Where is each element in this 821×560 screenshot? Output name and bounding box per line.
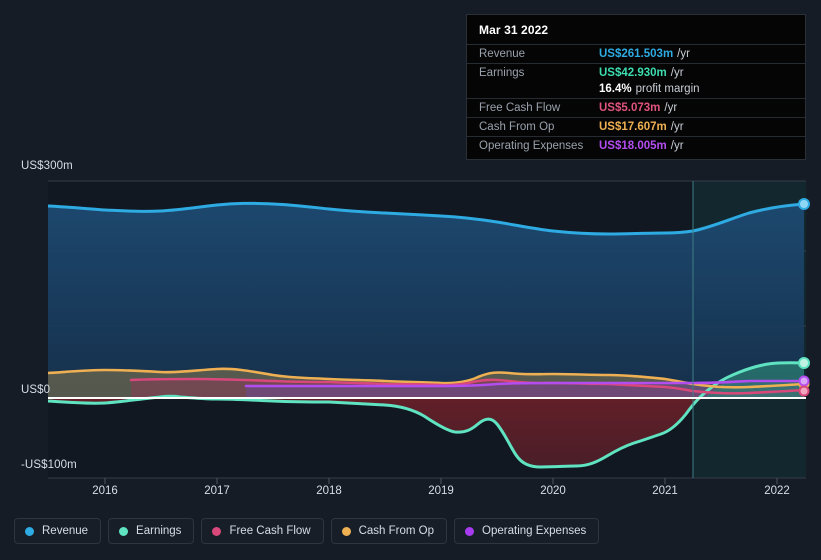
legend-item-cash-from-op[interactable]: Cash From Op	[330, 518, 448, 544]
tooltip-date: Mar 31 2022	[479, 23, 549, 37]
tooltip-row-operating-expenses: Operating Expenses US$18.005m /yr	[467, 136, 805, 155]
tooltip-value-cash-from-op: US$17.607m	[599, 121, 667, 133]
tooltip-row-free-cash-flow: Free Cash Flow US$5.073m /yr	[467, 98, 805, 117]
legend-label-cash-from-op: Cash From Op	[358, 525, 435, 537]
earnings-endpoint-dot	[798, 357, 810, 369]
tooltip-value-earnings: US$42.930m	[599, 67, 667, 79]
revenue-endpoint-dot	[798, 198, 810, 210]
legend-item-free-cash-flow[interactable]: Free Cash Flow	[201, 518, 324, 544]
tooltip-suffix-earnings: /yr	[670, 67, 684, 79]
y-axis-label-neg100m: -US$100m	[21, 459, 77, 471]
legend-item-earnings[interactable]: Earnings	[108, 518, 195, 544]
tooltip-row-cash-from-op: Cash From Op US$17.607m /yr	[467, 117, 805, 136]
tooltip-row-earnings: Earnings US$42.930m /yr	[467, 63, 805, 82]
x-axis-label-2017: 2017	[204, 485, 230, 497]
tooltip-label-free-cash-flow: Free Cash Flow	[479, 102, 561, 114]
tooltip-suffix-revenue: /yr	[677, 48, 690, 60]
tooltip-value-free-cash-flow: US$5.073m	[599, 102, 661, 114]
x-axis-label-2018: 2018	[316, 485, 342, 497]
free-cash-flow-endpoint-dot	[798, 385, 810, 397]
tooltip-suffix-operating-expenses: /yr	[670, 140, 684, 152]
chart-page: US$300m US$0 -US$100m 2016 2017 2018 201…	[0, 0, 821, 560]
legend-item-operating-expenses[interactable]: Operating Expenses	[454, 518, 600, 544]
x-axis-label-2019: 2019	[428, 485, 454, 497]
legend-label-revenue: Revenue	[42, 525, 89, 537]
tooltip-label-revenue: Revenue	[479, 48, 526, 60]
revenue-color-swatch-icon	[25, 526, 34, 536]
x-axis-label-2021: 2021	[652, 485, 678, 497]
legend-label-earnings: Earnings	[136, 525, 182, 537]
legend-item-revenue[interactable]: Revenue	[14, 518, 102, 544]
earnings-color-swatch-icon	[119, 526, 129, 536]
tooltip-value-operating-expenses: US$18.005m	[599, 140, 667, 152]
legend-label-free-cash-flow: Free Cash Flow	[229, 525, 311, 537]
tooltip-row-revenue: Revenue US$261.503m /yr	[467, 44, 805, 63]
legend-label-operating-expenses: Operating Expenses	[482, 525, 587, 537]
y-axis-label-zero: US$0	[21, 384, 51, 396]
tooltip-label-operating-expenses: Operating Expenses	[479, 140, 584, 152]
tooltip-suffix-profit-margin: profit margin	[635, 82, 700, 95]
x-axis-label-2016: 2016	[92, 485, 118, 497]
cash-from-op-color-swatch-icon	[341, 526, 351, 536]
tooltip-row-profit-margin: 16.4% profit margin	[467, 82, 805, 98]
free-cash-flow-color-swatch-icon	[212, 526, 222, 536]
x-tick-marks	[104, 478, 778, 484]
chart-legend: Revenue Earnings Free Cash Flow Cash Fro…	[14, 518, 600, 544]
tooltip-suffix-cash-from-op: /yr	[670, 121, 684, 133]
tooltip-label-cash-from-op: Cash From Op	[479, 121, 555, 133]
operating-expenses-color-swatch-icon	[465, 526, 475, 536]
x-axis-label-2020: 2020	[540, 485, 566, 497]
tooltip-value-revenue: US$261.503m	[599, 48, 674, 60]
operating-expenses-endpoint-dot	[798, 375, 810, 387]
chart-tooltip: Mar 31 2022 Revenue US$261.503m /yr Earn…	[466, 14, 806, 160]
y-axis-label-300m: US$300m	[21, 160, 73, 172]
x-axis-label-2022: 2022	[764, 485, 790, 497]
tooltip-value-profit-margin: 16.4%	[599, 82, 632, 95]
tooltip-label-earnings: Earnings	[479, 67, 525, 79]
tooltip-suffix-free-cash-flow: /yr	[664, 102, 678, 114]
